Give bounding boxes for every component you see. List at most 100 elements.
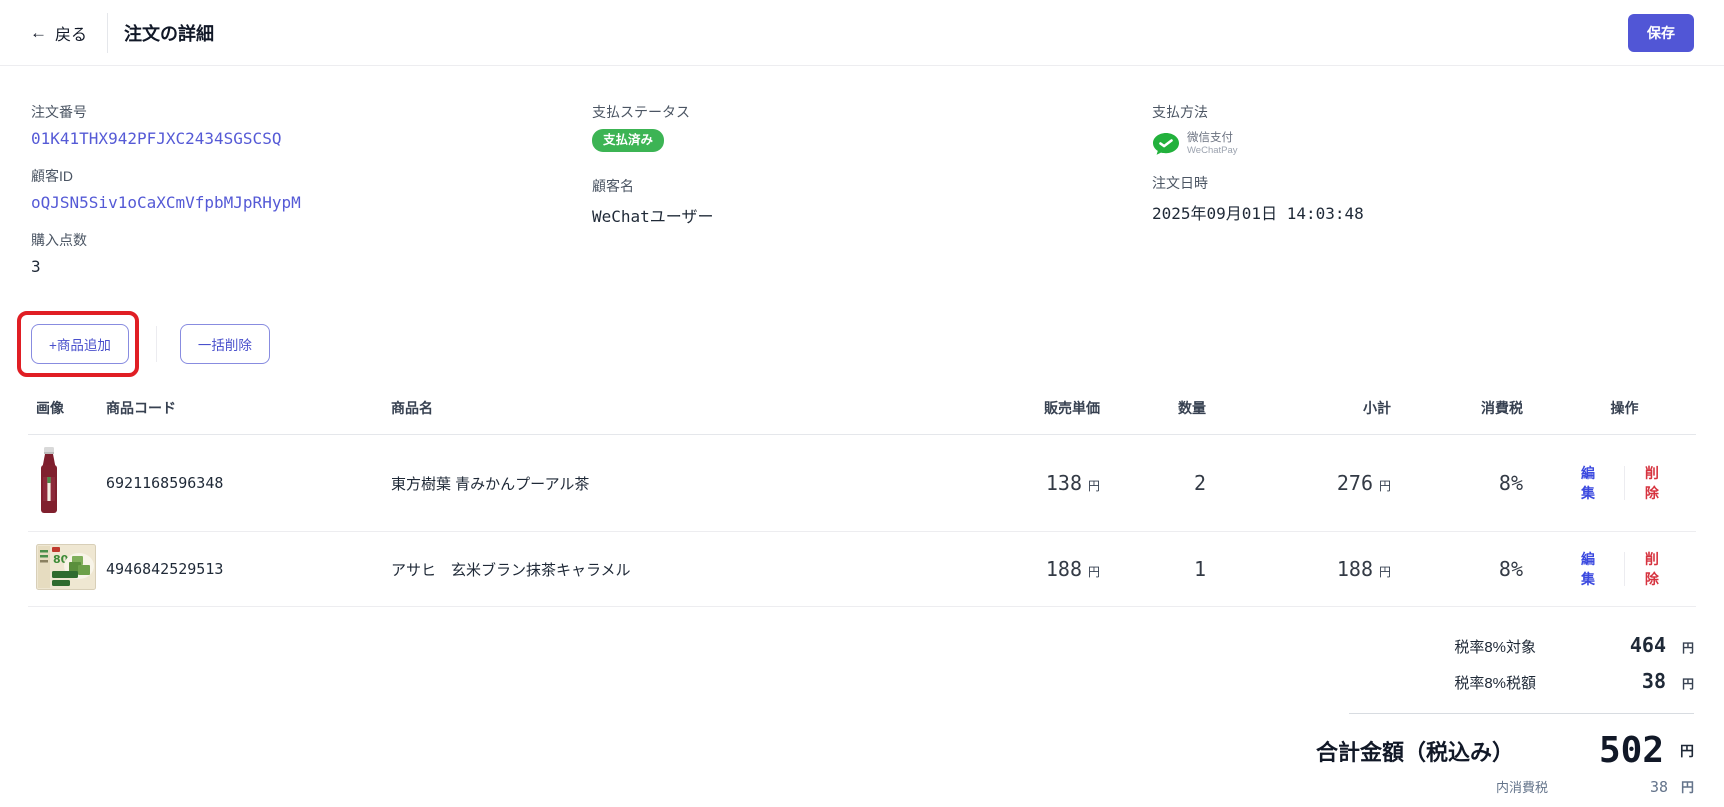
product-image-bottle — [41, 447, 57, 513]
order-datetime-field: 注文日時 2025年09月01日 14:03:48 — [1152, 173, 1694, 224]
qty-cell: 2 — [1118, 434, 1228, 532]
purchase-count-field: 購入点数 3 — [31, 230, 592, 276]
header-unit-price: 販売単価 — [943, 388, 1118, 435]
wechat-bubble-icon — [1153, 133, 1179, 155]
header-subtotal: 小計 — [1228, 388, 1413, 435]
table-header-row: 画像 商品コード 商品名 販売単価 数量 小計 消費税 操作 — [28, 388, 1696, 435]
qty-cell: 1 — [1118, 531, 1228, 607]
included-tax-row: 内消費税 38 円 — [1214, 777, 1694, 796]
info-column-middle: 支払ステータス 支払済み 顧客名 WeChatユーザー — [592, 102, 1152, 294]
grand-total-row: 合計金額（税込み） 502 円 — [1214, 730, 1694, 771]
delete-link[interactable]: 削除 — [1625, 549, 1688, 589]
product-name: 東方樹葉 青みかんプーアル茶 — [383, 434, 943, 532]
product-table: 画像 商品コード 商品名 販売単価 数量 小計 消費税 操作 692116859… — [28, 388, 1696, 607]
currency-label: 円 — [1378, 565, 1391, 579]
product-name: アサヒ 玄米ブラン抹茶キャラメル — [383, 531, 943, 607]
header-code: 商品コード — [98, 388, 383, 435]
payment-status-label: 支払ステータス — [592, 104, 690, 120]
delete-link[interactable]: 削除 — [1625, 463, 1688, 503]
product-code: 6921168596348 — [98, 434, 383, 532]
subtotal-cell: 188 円 — [1228, 531, 1413, 607]
grand-total-value: 502 — [1598, 730, 1664, 771]
payment-method-field: 支払方法 微信支付 WeChatPay — [1152, 102, 1694, 159]
currency-label: 円 — [1681, 641, 1694, 655]
table-row: 6921168596348 東方樹葉 青みかんプーアル茶 138 円 2 276 円… — [28, 434, 1696, 532]
header-qty: 数量 — [1118, 388, 1228, 435]
back-arrow-icon: ← — [30, 22, 47, 42]
subtotal-value: 276 — [1336, 471, 1373, 495]
order-number-value[interactable]: 01K41THX942PFJXC2434SGSCSQ — [31, 129, 592, 148]
included-tax-value: 38 — [1649, 778, 1668, 796]
tax-amount-row: 税率8%税額 38 円 — [1214, 669, 1694, 693]
wechat-pay-text: 微信支付 WeChatPay — [1187, 132, 1238, 156]
header-name: 商品名 — [383, 388, 943, 435]
product-image-cell — [28, 434, 98, 532]
wechat-pay-logo: 微信支付 WeChatPay — [1152, 129, 1694, 159]
add-product-button[interactable]: +商品追加 — [31, 324, 129, 364]
subtotal-value: 188 — [1336, 557, 1373, 581]
table-row: 80 4946842529513 アサヒ 玄米ブラン抹茶キャラメル 188 円 1… — [28, 531, 1696, 607]
unit-price-cell: 188 円 — [943, 531, 1118, 607]
purchase-count-label: 購入点数 — [31, 232, 87, 248]
tax-cell: 8% — [1413, 531, 1553, 607]
tax-base-label: 税率8%対象 — [1454, 639, 1536, 656]
bulk-delete-button[interactable]: 一括削除 — [179, 324, 270, 364]
header-tax: 消費税 — [1413, 388, 1553, 435]
edit-link[interactable]: 編集 — [1561, 549, 1624, 589]
edit-link[interactable]: 編集 — [1561, 463, 1624, 503]
currency-label: 円 — [1087, 479, 1100, 493]
product-image-cell: 80 — [28, 531, 98, 607]
tax-base-value: 464 — [1629, 633, 1666, 657]
payment-status-badge: 支払済み — [592, 129, 665, 152]
product-code: 4946842529513 — [98, 531, 383, 607]
save-button[interactable]: 保存 — [1628, 13, 1694, 52]
order-number-label: 注文番号 — [31, 104, 87, 120]
top-bar: ← 戻る 注文の詳細 保存 — [0, 0, 1724, 66]
currency-label: 円 — [1681, 677, 1694, 691]
customer-id-value[interactable]: oQJSN5Siv1oCaXCmVfpbMJpRHypM — [31, 193, 592, 212]
back-label: 戻る — [55, 26, 88, 44]
unit-price-cell: 138 円 — [943, 434, 1118, 532]
info-column-right: 支払方法 微信支付 WeChatPay 注文日時 2025年09月01日 14:… — [1152, 102, 1694, 294]
currency-label: 円 — [1680, 742, 1694, 759]
header-image: 画像 — [28, 388, 98, 435]
customer-id-field: 顧客ID oQJSN5Siv1oCaXCmVfpbMJpRHypM — [31, 166, 592, 212]
currency-label: 円 — [1378, 479, 1391, 493]
back-button[interactable]: ← 戻る — [30, 21, 87, 45]
unit-price-value: 188 — [1045, 557, 1082, 581]
customer-name-value: WeChatユーザー — [592, 206, 714, 226]
customer-name-label: 顧客名 — [592, 177, 634, 194]
page-title: 注文の詳細 — [124, 23, 215, 44]
product-toolbar: +商品追加 一括削除 — [17, 311, 1724, 377]
ops-cell: 編集 削除 — [1553, 531, 1696, 607]
order-datetime-label: 注文日時 — [1152, 175, 1208, 191]
topbar-divider — [107, 12, 109, 53]
unit-price-value: 138 — [1045, 471, 1082, 495]
ops-cell: 編集 削除 — [1553, 434, 1696, 532]
tax-rate-value: 8% — [1498, 471, 1523, 495]
purchase-count-value: 3 — [31, 257, 41, 276]
add-product-wrap: +商品追加 — [17, 311, 139, 377]
included-tax-label: 内消費税 — [1495, 780, 1548, 795]
qty-value: 1 — [1193, 557, 1206, 581]
payment-method-label: 支払方法 — [1152, 104, 1208, 120]
order-info-section: 注文番号 01K41THX942PFJXC2434SGSCSQ 顧客ID oQJ… — [0, 66, 1724, 294]
wechat-pay-sub: WeChatPay — [1187, 145, 1238, 156]
grand-total-label: 合計金額（税込み） — [1315, 739, 1514, 765]
header-ops: 操作 — [1553, 388, 1696, 435]
tax-amount-label: 税率8%税額 — [1454, 675, 1536, 692]
wechat-pay-name: 微信支付 — [1187, 132, 1233, 144]
currency-label: 円 — [1680, 780, 1694, 795]
product-image-box: 80 — [36, 544, 96, 590]
order-datetime-value: 2025年09月01日 14:03:48 — [1152, 204, 1364, 223]
totals-divider — [1349, 713, 1694, 714]
tax-amount-value: 38 — [1641, 669, 1666, 693]
customer-id-label: 顧客ID — [31, 168, 73, 184]
currency-label: 円 — [1087, 565, 1100, 579]
totals-section: 税率8%対象 464 円 税率8%税額 38 円 合計金額（税込み） 502 円… — [1214, 633, 1694, 796]
tax-cell: 8% — [1413, 434, 1553, 532]
customer-name-field: 顧客名 WeChatユーザー — [592, 176, 1152, 227]
subtotal-cell: 276 円 — [1228, 434, 1413, 532]
order-number-field: 注文番号 01K41THX942PFJXC2434SGSCSQ — [31, 102, 592, 148]
tax-base-row: 税率8%対象 464 円 — [1214, 633, 1694, 657]
